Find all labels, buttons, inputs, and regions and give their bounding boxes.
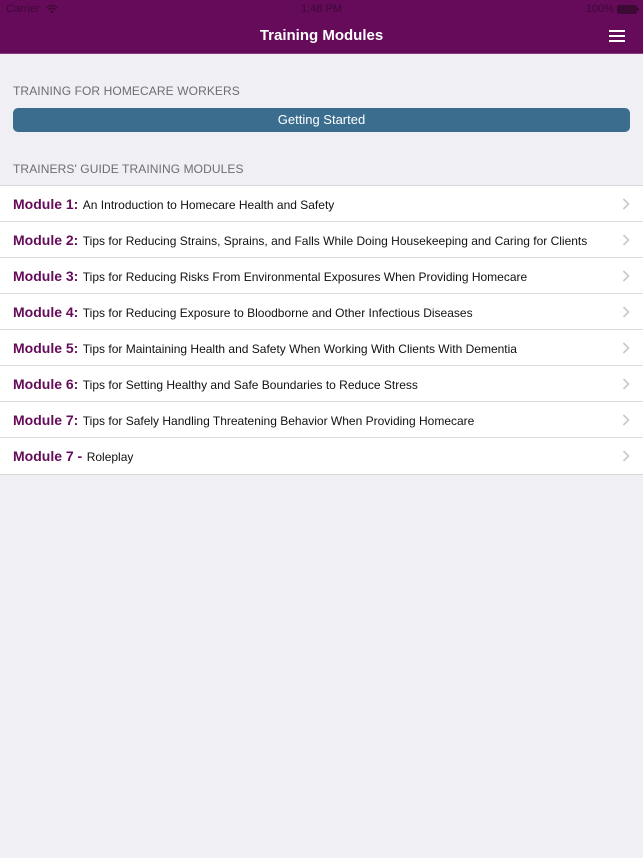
module-row-7[interactable]: Module 7: Tips for Safely Handling Threa…	[0, 402, 643, 438]
module-number: Module 3:	[13, 268, 79, 284]
chevron-right-icon	[622, 378, 630, 390]
module-number: Module 7:	[13, 412, 79, 428]
battery-percent: 100%	[585, 3, 614, 15]
status-battery-group: 100%	[585, 3, 639, 15]
module-description: An Introduction to Homecare Health and S…	[82, 198, 335, 212]
status-time: 1:48 PM	[301, 3, 342, 15]
module-number: Module 4:	[13, 304, 79, 320]
hamburger-icon-line-top	[609, 30, 625, 32]
battery-icon	[617, 4, 639, 14]
module-description: Tips for Reducing Exposure to Bloodborne…	[82, 306, 473, 320]
chevron-right-icon	[622, 342, 630, 354]
module-description: Roleplay	[86, 450, 134, 464]
navigation-bar: Carrier 1:48 PM 100% Training Modules	[0, 0, 643, 54]
module-number: Module 5:	[13, 340, 79, 356]
chevron-right-icon	[622, 234, 630, 246]
module-row-text: Module 2: Tips for Reducing Strains, Spr…	[13, 232, 587, 250]
module-row-text: Module 6: Tips for Setting Healthy and S…	[13, 376, 418, 394]
module-number: Module 1:	[13, 196, 79, 212]
chevron-right-icon	[622, 198, 630, 210]
chevron-right-icon	[622, 306, 630, 318]
chevron-right-icon	[622, 450, 630, 462]
module-list: Module 1: An Introduction to Homecare He…	[0, 185, 643, 475]
module-row-5[interactable]: Module 5: Tips for Maintaining Health an…	[0, 330, 643, 366]
section-header-trainers-guide: TRAINERS' GUIDE TRAINING MODULES	[13, 162, 244, 176]
module-description: Tips for Reducing Risks From Environment…	[82, 270, 528, 284]
menu-button[interactable]	[605, 26, 631, 46]
module-row-text: Module 1: An Introduction to Homecare He…	[13, 196, 334, 214]
module-description: Tips for Reducing Strains, Sprains, and …	[82, 234, 588, 248]
module-description: Tips for Maintaining Health and Safety W…	[82, 342, 517, 356]
module-row-text: Module 5: Tips for Maintaining Health an…	[13, 340, 517, 358]
module-row-text: Module 4: Tips for Reducing Exposure to …	[13, 304, 473, 322]
module-row-7-roleplay[interactable]: Module 7 - Roleplay	[0, 438, 643, 474]
module-number: Module 7 -	[13, 448, 83, 464]
module-row-4[interactable]: Module 4: Tips for Reducing Exposure to …	[0, 294, 643, 330]
module-row-text: Module 7 - Roleplay	[13, 448, 133, 466]
module-description: Tips for Safely Handling Threatening Beh…	[82, 414, 475, 428]
module-number: Module 6:	[13, 376, 79, 392]
getting-started-button[interactable]: Getting Started	[13, 108, 630, 132]
chevron-right-icon	[622, 414, 630, 426]
section-header-homecare-workers: TRAINING FOR HOMECARE WORKERS	[13, 84, 240, 98]
chevron-right-icon	[622, 270, 630, 282]
module-row-2[interactable]: Module 2: Tips for Reducing Strains, Spr…	[0, 222, 643, 258]
module-description: Tips for Setting Healthy and Safe Bounda…	[82, 378, 418, 392]
module-row-1[interactable]: Module 1: An Introduction to Homecare He…	[0, 186, 643, 222]
hamburger-icon-line-bottom	[609, 40, 625, 42]
status-bar: Carrier 1:48 PM 100%	[0, 0, 643, 20]
page-title: Training Modules	[259, 27, 384, 44]
module-row-6[interactable]: Module 6: Tips for Setting Healthy and S…	[0, 366, 643, 402]
module-row-text: Module 3: Tips for Reducing Risks From E…	[13, 268, 527, 286]
module-number: Module 2:	[13, 232, 79, 248]
module-row-text: Module 7: Tips for Safely Handling Threa…	[13, 412, 474, 430]
module-row-3[interactable]: Module 3: Tips for Reducing Risks From E…	[0, 258, 643, 294]
hamburger-icon-line-middle	[609, 35, 625, 37]
